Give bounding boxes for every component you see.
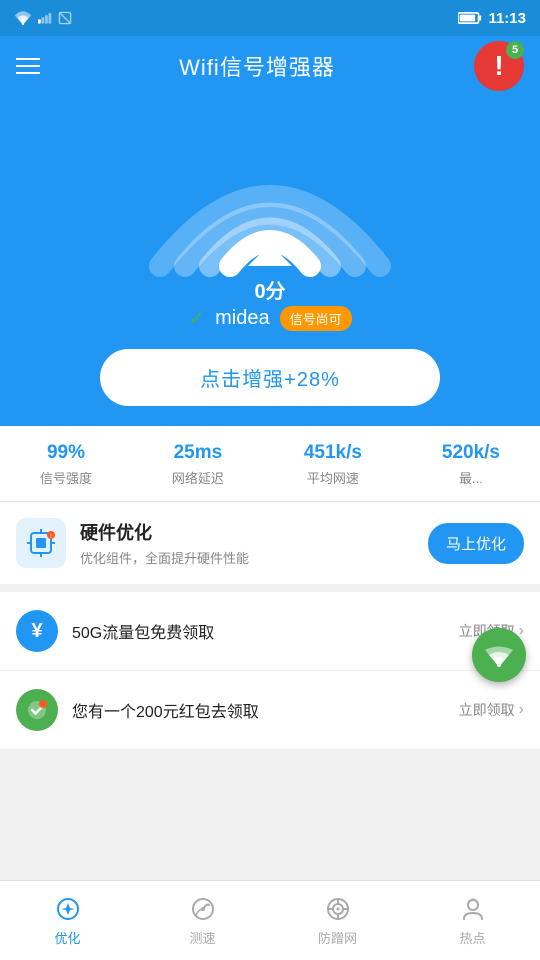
network-name: midea [215,307,269,330]
stat-signal: 99% 信号强度 [40,442,92,487]
notification-button[interactable]: ! 5 [474,41,524,91]
list-item-redpacket[interactable]: 您有一个200元红包去领取 立即领取 › [0,671,540,750]
status-right: 11:13 [458,10,526,27]
status-time: 11:13 [488,10,526,27]
nav-item-speedtest[interactable]: 测速 [135,895,270,947]
nav-optimize-icon [54,895,82,923]
floating-wifi-icon [484,643,514,667]
status-left [14,11,72,25]
signal-status-badge: 信号尚可 [280,306,352,331]
check-icon: ✓ [188,306,205,331]
optimize-button[interactable]: 马上优化 [428,523,524,564]
signal-status-icon [38,11,52,25]
svg-text:0分: 0分 [254,280,285,303]
stat-avg-speed-label: 平均网速 [307,468,359,487]
hardware-icon-wrap: ! [16,518,66,568]
stats-row: 99% 信号强度 25ms 网络延迟 451k/s 平均网速 520k/s 最.… [0,426,540,502]
nav-antisponge-label: 防蹭网 [318,928,357,947]
wifi-section: 0分 ✓ midea 信号尚可 点击增强+28% [0,96,540,426]
wifi-status-icon [14,11,32,25]
nav-hotspot-label: 热点 [459,928,485,947]
stat-latency-label: 网络延迟 [172,468,224,487]
redpacket-item-text: 您有一个200元红包去领取 [72,698,445,722]
boost-button[interactable]: 点击增强+28% [100,349,440,406]
nav-speedtest-label: 测速 [189,928,215,947]
redpacket-action-label: 立即领取 [459,700,515,720]
hardware-icon: ! [26,528,56,558]
stat-avg-speed: 451k/s 平均网速 [304,442,362,487]
nav-antisponge-icon [324,895,352,923]
wifi-arcs-svg: 0分 [140,106,400,306]
status-bar: 11:13 [0,0,540,36]
nav-optimize-label: 优化 [54,928,80,947]
stat-latency-value: 25ms [174,442,223,464]
hardware-title: 硬件优化 [80,519,414,545]
nav-item-hotspot[interactable]: 热点 [405,895,540,947]
stat-latency: 25ms 网络延迟 [172,442,224,487]
hardware-desc: 优化组件，全面提升硬件性能 [80,548,414,567]
no-sim-icon [58,11,72,25]
yen-icon: ¥ [31,620,42,643]
stat-max-speed: 520k/s 最... [442,442,500,487]
bottom-nav: 优化 测速 防蹭网 热点 [0,880,540,960]
redpacket-chevron-icon: › [519,701,524,719]
traffic-icon-wrap: ¥ [16,610,58,652]
notification-badge: 5 [506,41,524,59]
nav-item-antisponge[interactable]: 防蹭网 [270,895,405,947]
app-title: Wifi信号增强器 [179,50,335,82]
menu-button[interactable] [16,58,40,74]
list-item-traffic[interactable]: ¥ 50G流量包免费领取 立即领取 › [0,592,540,671]
nav-item-optimize[interactable]: 优化 [0,895,135,947]
check-circle-icon [26,699,48,721]
hardware-text: 硬件优化 优化组件，全面提升硬件性能 [80,519,414,567]
floating-wifi-button[interactable] [472,628,526,682]
hardware-card: ! 硬件优化 优化组件，全面提升硬件性能 马上优化 [0,502,540,592]
nav-hotspot-icon [459,895,487,923]
stat-signal-label: 信号强度 [40,468,92,487]
traffic-item-text: 50G流量包免费领取 [72,619,445,643]
app-header: Wifi信号增强器 ! 5 [0,36,540,96]
stat-avg-speed-value: 451k/s [304,442,362,464]
stat-max-speed-label: 最... [459,468,483,487]
wifi-graphic: 0分 [140,106,400,306]
nav-speedtest-icon [189,895,217,923]
redpacket-icon-wrap [16,689,58,731]
network-row: ✓ midea 信号尚可 [188,306,351,331]
exclamation-icon: ! [494,52,503,80]
redpacket-item-action: 立即领取 › [459,700,524,720]
stat-signal-value: 99% [47,442,85,464]
stat-max-speed-value: 520k/s [442,442,500,464]
battery-icon [458,11,482,25]
